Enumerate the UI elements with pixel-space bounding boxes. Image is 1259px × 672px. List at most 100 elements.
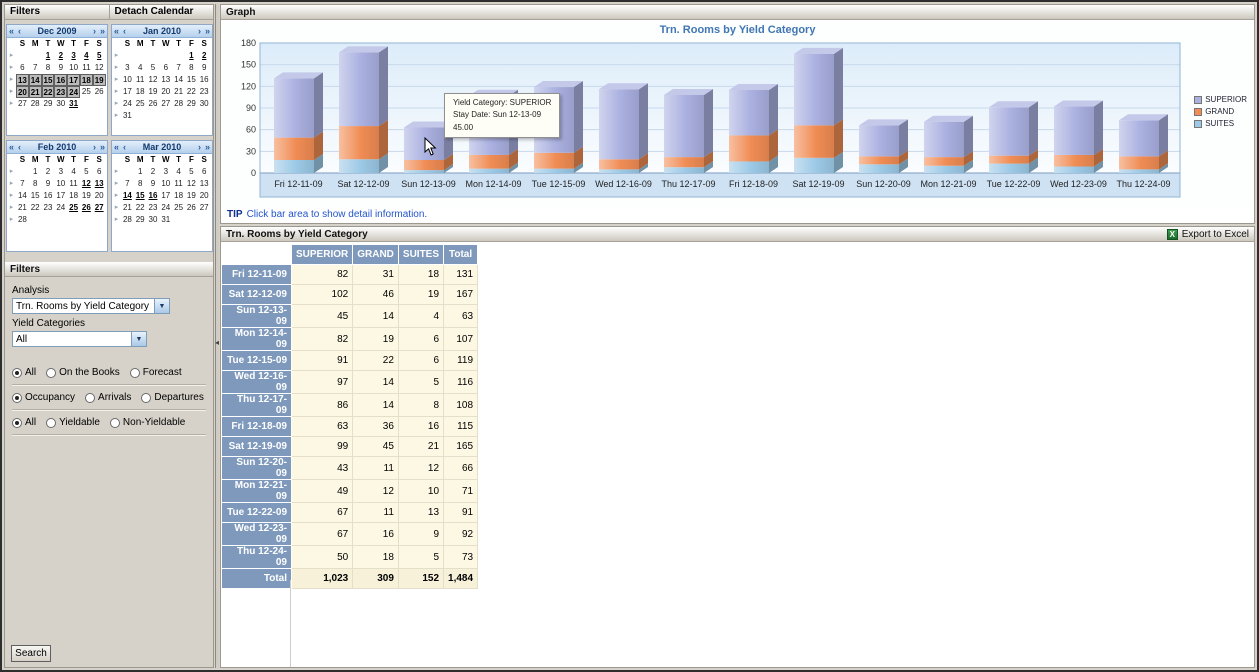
calendar-day[interactable]: 22	[185, 86, 198, 98]
calendar-day[interactable]: 22	[42, 86, 55, 98]
calendar-day[interactable]: 26	[147, 98, 160, 110]
calendar-day[interactable]: 2	[147, 166, 160, 178]
next-year-icon[interactable]: »	[98, 142, 107, 153]
calendar-day[interactable]: 18	[67, 190, 80, 202]
calendar-day[interactable]: 17	[54, 190, 67, 202]
week-select-arrow[interactable]: ▸	[7, 62, 16, 74]
bar-side-face[interactable]	[379, 46, 388, 126]
bar-side-face[interactable]	[769, 84, 778, 136]
calendar-day[interactable]: 30	[198, 98, 211, 110]
calendar-day[interactable]: 16	[147, 190, 160, 202]
bar-segment-superior[interactable]	[794, 54, 834, 126]
calendar-day[interactable]: 8	[29, 178, 42, 190]
bar-segment-superior[interactable]	[859, 125, 899, 156]
radio-option[interactable]: Occupancy	[12, 392, 75, 403]
week-select-arrow[interactable]: ▸	[7, 98, 16, 110]
calendar-day[interactable]: 11	[80, 62, 93, 74]
bar-segment-suites[interactable]	[1054, 167, 1094, 174]
calendar-day[interactable]: 23	[42, 202, 55, 214]
calendar-day[interactable]: 7	[121, 178, 134, 190]
calendar-day[interactable]: 22	[29, 202, 42, 214]
radio-button[interactable]	[130, 368, 140, 378]
calendar-day[interactable]: 13	[93, 178, 106, 190]
calendar-day[interactable]: 6	[16, 62, 29, 74]
week-select-arrow[interactable]: ▸	[112, 214, 121, 226]
calendar-day[interactable]: 7	[172, 62, 185, 74]
bar-segment-grand[interactable]	[859, 156, 899, 164]
calendar-day[interactable]: 31	[121, 110, 134, 122]
calendar-day[interactable]: 21	[172, 86, 185, 98]
calendar-day[interactable]: 5	[185, 166, 198, 178]
prev-month-icon[interactable]: ‹	[121, 26, 128, 37]
calendar-day[interactable]: 20	[198, 190, 211, 202]
radio-button[interactable]	[12, 418, 22, 428]
calendar-day[interactable]: 8	[185, 62, 198, 74]
calendar-day[interactable]: 25	[172, 202, 185, 214]
calendar-day[interactable]: 2	[42, 166, 55, 178]
dropdown-arrow-icon[interactable]: ▼	[154, 299, 169, 313]
week-select-arrow[interactable]: ▸	[7, 214, 16, 226]
radio-option[interactable]: All	[12, 417, 36, 428]
next-month-icon[interactable]: ›	[91, 142, 98, 153]
prev-year-icon[interactable]: «	[112, 142, 121, 153]
radio-option[interactable]: Yieldable	[46, 417, 100, 428]
calendar-day[interactable]: 9	[54, 62, 67, 74]
calendar-day[interactable]: 30	[147, 214, 160, 226]
calendar-day[interactable]: 26	[93, 86, 106, 98]
calendar-day[interactable]: 15	[29, 190, 42, 202]
next-month-icon[interactable]: ›	[196, 142, 203, 153]
calendar-day[interactable]: 7	[16, 178, 29, 190]
radio-button[interactable]	[12, 393, 22, 403]
bar-segment-superior[interactable]	[274, 78, 314, 137]
bar-segment-grand[interactable]	[924, 157, 964, 166]
detach-calendar-button[interactable]: Detach Calendar	[110, 5, 214, 20]
bar-segment-suites[interactable]	[599, 169, 639, 173]
prev-month-icon[interactable]: ‹	[16, 26, 23, 37]
bar-segment-grand[interactable]	[664, 157, 704, 167]
bar-side-face[interactable]	[899, 119, 908, 156]
calendar-day[interactable]: 20	[16, 86, 29, 98]
calendar-day[interactable]: 24	[67, 86, 80, 98]
calendar-day[interactable]: 29	[185, 98, 198, 110]
bar-side-face[interactable]	[1029, 101, 1038, 155]
bar-segment-suites[interactable]	[989, 164, 1029, 173]
calendar-day[interactable]: 4	[134, 62, 147, 74]
next-year-icon[interactable]: »	[203, 142, 212, 153]
calendar-day[interactable]: 20	[93, 190, 106, 202]
calendar-day[interactable]: 3	[67, 50, 80, 62]
week-select-arrow[interactable]: ▸	[7, 86, 16, 98]
calendar-day[interactable]: 14	[172, 74, 185, 86]
export-to-excel-button[interactable]: X Export to Excel	[1167, 229, 1249, 240]
calendar-day[interactable]: 16	[198, 74, 211, 86]
calendar-day[interactable]: 29	[42, 98, 55, 110]
bar-segment-superior[interactable]	[1054, 107, 1094, 155]
calendar-day[interactable]: 31	[159, 214, 172, 226]
calendar-day[interactable]: 19	[185, 190, 198, 202]
bar-segment-grand[interactable]	[729, 135, 769, 161]
calendar-day[interactable]: 1	[185, 50, 198, 62]
bar-segment-grand[interactable]	[274, 138, 314, 160]
calendar-day[interactable]: 14	[29, 74, 42, 86]
panel-splitter[interactable]: ◂	[215, 4, 219, 668]
calendar-day[interactable]: 7	[29, 62, 42, 74]
bar-segment-grand[interactable]	[1054, 155, 1094, 167]
calendar-day[interactable]: 21	[16, 202, 29, 214]
week-select-arrow[interactable]: ▸	[7, 74, 16, 86]
calendar-day[interactable]: 29	[134, 214, 147, 226]
bar-segment-superior[interactable]	[989, 107, 1029, 155]
calendar-day[interactable]: 23	[198, 86, 211, 98]
week-select-arrow[interactable]: ▸	[7, 178, 16, 190]
week-select-arrow[interactable]: ▸	[112, 86, 121, 98]
calendar-day[interactable]: 1	[42, 50, 55, 62]
calendar-day[interactable]: 4	[80, 50, 93, 62]
calendar-day[interactable]: 9	[42, 178, 55, 190]
calendar-day[interactable]: 17	[121, 86, 134, 98]
bar-segment-suites[interactable]	[794, 158, 834, 173]
calendar-day[interactable]: 4	[67, 166, 80, 178]
bar-segment-grand[interactable]	[404, 160, 444, 170]
calendar-day[interactable]: 16	[42, 190, 55, 202]
calendar-day[interactable]: 19	[93, 74, 106, 86]
radio-button[interactable]	[46, 418, 56, 428]
prev-year-icon[interactable]: «	[7, 142, 16, 153]
dropdown-arrow-icon[interactable]: ▼	[131, 332, 146, 346]
